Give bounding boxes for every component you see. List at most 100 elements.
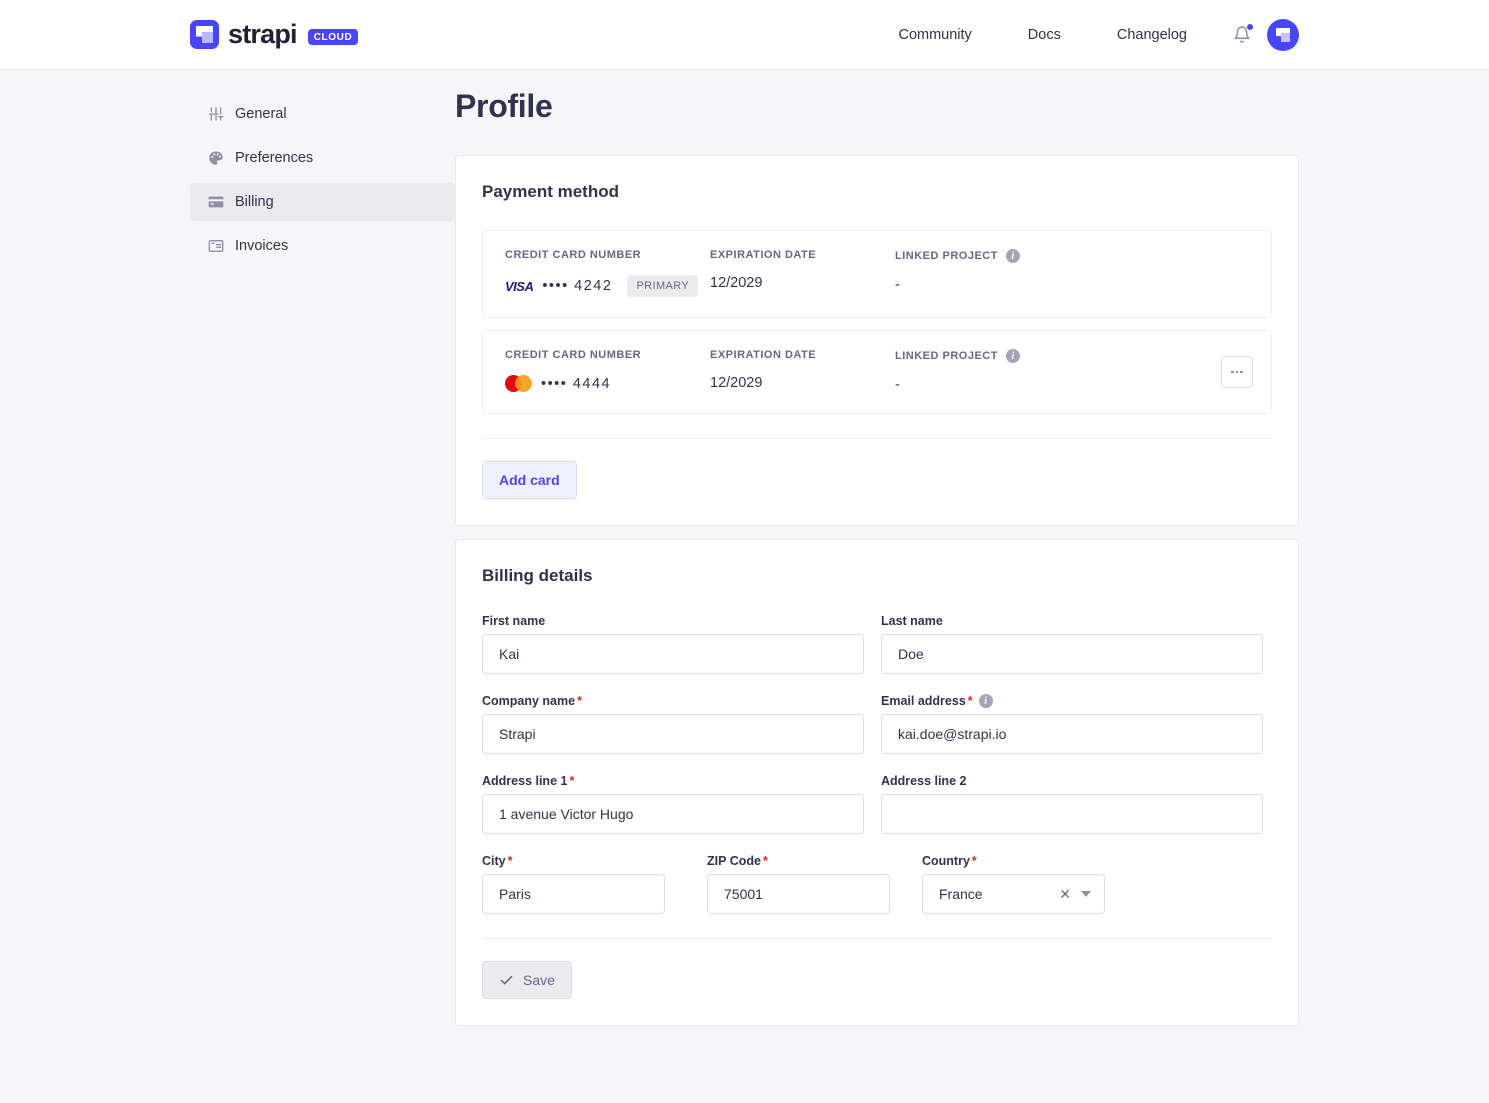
email-label: Email address * i bbox=[881, 694, 1263, 708]
sliders-icon bbox=[208, 107, 224, 121]
cloud-badge: CLOUD bbox=[307, 28, 359, 45]
form-row-names: First name Last name bbox=[482, 614, 1272, 674]
billing-details-title: Billing details bbox=[482, 566, 593, 585]
clear-icon[interactable]: ✕ bbox=[1059, 887, 1071, 901]
billing-details-panel: Billing details First name Last name Com… bbox=[455, 539, 1299, 1026]
card-number-value: •••• 4444 bbox=[505, 375, 710, 392]
credit-card-icon bbox=[208, 196, 224, 208]
last-name-input[interactable] bbox=[881, 634, 1263, 674]
required-asterisk: * bbox=[762, 854, 768, 868]
required-asterisk: * bbox=[971, 854, 977, 868]
dot bbox=[1231, 370, 1234, 374]
sidebar-item-label: Invoices bbox=[235, 238, 289, 254]
sidebar-item-label: General bbox=[235, 106, 287, 122]
address-line-1-field: Address line 1 * bbox=[482, 774, 864, 834]
country-field: Country* ✕ bbox=[922, 854, 1105, 914]
company-name-label: Company name * bbox=[482, 694, 582, 708]
brand-name: strapi bbox=[228, 19, 298, 49]
company-name-input[interactable] bbox=[482, 714, 864, 754]
card-number-col: CREDIT CARD NUMBER •••• 4444 bbox=[505, 349, 710, 392]
nav-link-community[interactable]: Community bbox=[870, 27, 999, 43]
sidebar-item-general[interactable]: General bbox=[190, 95, 455, 133]
required-asterisk: * bbox=[967, 694, 973, 708]
info-icon[interactable]: i bbox=[978, 694, 993, 708]
card-expiration-col: EXPIRATION DATE 12/2029 bbox=[710, 249, 895, 291]
dot bbox=[1235, 370, 1239, 374]
card-expiration-col: EXPIRATION DATE 12/2029 bbox=[710, 349, 895, 391]
last-name-field: Last name bbox=[881, 614, 1263, 674]
form-row-address: Address line 1* Address line 2 bbox=[482, 774, 1272, 834]
first-name-input[interactable] bbox=[482, 634, 864, 674]
address-line-1-label: Address line 1 * bbox=[482, 774, 575, 788]
save-button[interactable]: Save bbox=[482, 961, 572, 999]
city-field: City * bbox=[482, 854, 665, 914]
info-icon[interactable]: i bbox=[1005, 249, 1020, 263]
card-masked-number: •••• 4444 bbox=[541, 375, 612, 392]
address-line-1-input[interactable] bbox=[482, 794, 864, 834]
email-field: Email address * i bbox=[881, 694, 1263, 754]
address-line-2-input[interactable] bbox=[881, 794, 1263, 834]
panel-divider bbox=[482, 938, 1272, 939]
linked-project-value: - bbox=[895, 377, 900, 393]
card-number-header: CREDIT CARD NUMBER bbox=[505, 249, 642, 261]
main-content: Profile Payment method CREDIT CARD NUMBE… bbox=[455, 70, 1299, 1039]
country-input[interactable] bbox=[922, 874, 1105, 914]
card-linked-project-col: LINKED PROJECT i - bbox=[895, 349, 1249, 393]
address-line-2-field: Address line 2 bbox=[881, 774, 1263, 834]
brand-logo[interactable]: strapi CLOUD bbox=[190, 19, 359, 50]
sidebar-item-label: Billing bbox=[235, 194, 274, 210]
email-input[interactable] bbox=[881, 714, 1263, 754]
receipt-icon bbox=[208, 240, 224, 252]
expiration-header: EXPIRATION DATE bbox=[710, 349, 817, 361]
form-row-company-email: Company name* Email address* i bbox=[482, 694, 1272, 754]
dot bbox=[1240, 370, 1243, 374]
expiration-value: 12/2029 bbox=[710, 375, 763, 391]
check-icon bbox=[500, 975, 513, 984]
user-avatar[interactable] bbox=[1267, 18, 1299, 51]
city-label: City * bbox=[482, 854, 513, 868]
page-title: Profile bbox=[455, 88, 553, 124]
required-asterisk: * bbox=[569, 774, 575, 788]
company-name-field: Company name * bbox=[482, 694, 864, 754]
required-asterisk: * bbox=[577, 694, 582, 708]
linked-project-value: - bbox=[895, 277, 900, 293]
address-line-2-label: Address line 2 bbox=[881, 774, 967, 788]
zip-code-field: ZIP Code * bbox=[707, 854, 890, 914]
sidebar-item-billing[interactable]: Billing bbox=[190, 183, 455, 221]
nav-link-changelog[interactable]: Changelog bbox=[1089, 27, 1215, 43]
strapi-logo-icon bbox=[190, 20, 219, 49]
visa-icon: VISA bbox=[505, 278, 534, 294]
primary-badge: PRIMARY bbox=[627, 275, 699, 297]
panel-divider bbox=[482, 438, 1272, 439]
card-number-col: CREDIT CARD NUMBER VISA •••• 4242 PRIMAR… bbox=[505, 249, 710, 297]
sidebar-item-preferences[interactable]: Preferences bbox=[190, 139, 455, 177]
card-number-header: CREDIT CARD NUMBER bbox=[505, 349, 642, 361]
add-card-button[interactable]: Add card bbox=[482, 461, 577, 499]
notification-badge-dot bbox=[1247, 23, 1253, 30]
info-icon[interactable]: i bbox=[1005, 349, 1020, 363]
last-name-label: Last name bbox=[881, 614, 943, 628]
country-select[interactable]: ✕ bbox=[922, 874, 1105, 914]
card-linked-project-col: LINKED PROJECT i - bbox=[895, 249, 1249, 293]
payment-method-panel: Payment method CREDIT CARD NUMBER VISA •… bbox=[455, 155, 1299, 526]
chevron-down-icon[interactable] bbox=[1081, 891, 1091, 897]
card-masked-number: •••• 4242 bbox=[542, 278, 613, 294]
settings-sidebar: General Preferences Billing Invoices bbox=[190, 70, 455, 1039]
expiration-value: 12/2029 bbox=[710, 275, 763, 291]
payment-method-title: Payment method bbox=[482, 182, 619, 201]
city-input[interactable] bbox=[482, 874, 665, 914]
card-actions-menu-button[interactable] bbox=[1221, 356, 1253, 388]
expiration-header: EXPIRATION DATE bbox=[710, 249, 817, 261]
linked-project-header: LINKED PROJECT i bbox=[895, 349, 1249, 363]
payment-card-row[interactable]: CREDIT CARD NUMBER VISA •••• 4242 PRIMAR… bbox=[482, 230, 1272, 318]
payment-card-row[interactable]: CREDIT CARD NUMBER •••• 4444 EXPIRATION … bbox=[482, 330, 1272, 414]
notifications-button[interactable] bbox=[1233, 23, 1253, 45]
sidebar-item-invoices[interactable]: Invoices bbox=[190, 227, 455, 265]
form-row-city-zip-country: City* ZIP Code* Country* ✕ bbox=[482, 854, 1272, 914]
save-button-label: Save bbox=[523, 972, 555, 988]
zip-code-input[interactable] bbox=[707, 874, 890, 914]
sidebar-item-label: Preferences bbox=[235, 150, 314, 166]
first-name-label: First name bbox=[482, 614, 546, 628]
zip-code-label: ZIP Code * bbox=[707, 854, 768, 868]
nav-link-docs[interactable]: Docs bbox=[1000, 27, 1089, 43]
